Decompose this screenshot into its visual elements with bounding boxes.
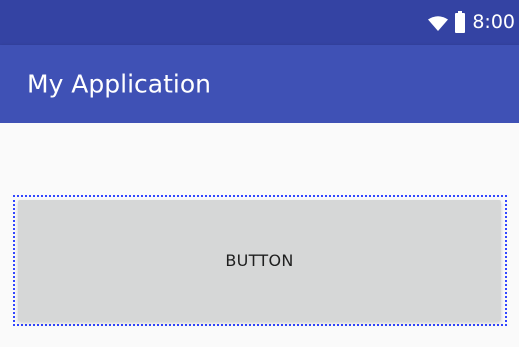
wifi-icon — [428, 15, 449, 31]
primary-button[interactable]: BUTTON — [18, 200, 501, 321]
status-bar: 8:00 — [0, 0, 519, 45]
main-content: BUTTON — [0, 123, 519, 347]
app-bar: My Application — [0, 45, 519, 123]
button-label: BUTTON — [225, 251, 294, 270]
status-time: 8:00 — [472, 11, 515, 33]
status-icons: 8:00 — [428, 0, 519, 45]
app-title: My Application — [27, 69, 211, 99]
battery-icon — [455, 10, 466, 33]
